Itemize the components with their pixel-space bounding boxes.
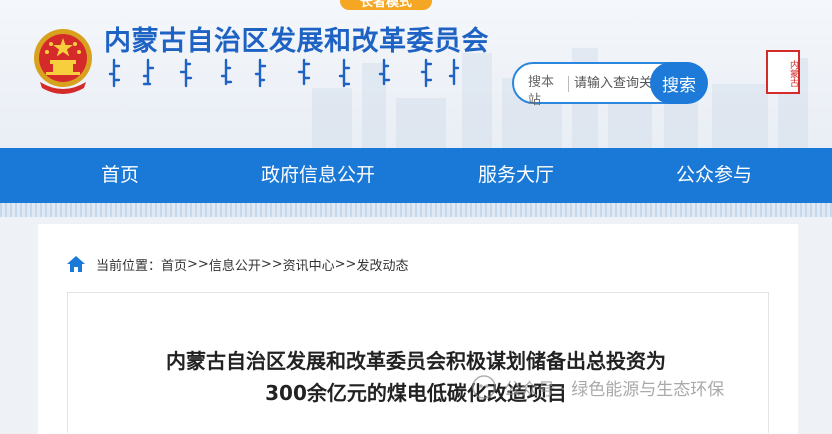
breadcrumb-item-reform-news[interactable]: 发改动态 [356, 255, 408, 274]
breadcrumb-item-news-center[interactable]: 资讯中心 [283, 255, 335, 274]
mongolian-seal-logo: 内蒙古 [766, 50, 800, 94]
nav-item-service-hall[interactable]: 服务大厅 [464, 148, 568, 203]
watermark-text: 公众号 · 绿色能源与生态环保 [504, 379, 725, 400]
article-title-line-1: 内蒙古自治区发展和改革委员会积极谋划储备出总投资为 [166, 349, 666, 373]
breadcrumb-item-home[interactable]: 首页 [161, 255, 187, 274]
search-scope-select[interactable]: 搜本站 [528, 74, 560, 110]
search-divider [568, 76, 569, 92]
elder-mode-tab[interactable]: 长者模式 [340, 0, 432, 10]
wechat-watermark: 公众号 · 绿色能源与生态环保 [472, 372, 724, 402]
search-input[interactable] [574, 71, 658, 95]
breadcrumb-separator: >> [187, 256, 209, 272]
nav-item-public-participation[interactable]: 公众参与 [662, 148, 766, 203]
breadcrumb-separator: >> [334, 256, 357, 272]
nav-item-home[interactable]: 首页 [70, 148, 170, 203]
nav-stripe-decoration [0, 203, 832, 217]
breadcrumb-item-info-public[interactable]: 信息公开 [209, 255, 261, 274]
main-nav: 首页 政府信息公开 服务大厅 公众参与 [0, 148, 832, 203]
breadcrumb-prefix: 当前位置： [96, 258, 162, 274]
site-title: 内蒙古自治区发展和改革委员会 [104, 26, 489, 57]
site-header: 长者模式 内蒙古自治区发展和改革委员会 搜本站 请输入查询关键词 搜索 内蒙古 [0, 0, 832, 148]
home-icon [67, 256, 85, 272]
search-box: 搜本站 搜索 [512, 62, 708, 108]
mongolian-script-title [108, 58, 460, 88]
national-emblem-icon [34, 29, 92, 94]
wechat-account-icon [472, 375, 496, 399]
breadcrumb-separator: >> [260, 256, 283, 272]
nav-item-gov-info[interactable]: 政府信息公开 [240, 148, 396, 203]
search-button[interactable]: 搜索 [650, 62, 708, 104]
breadcrumb: 当前位置： 首页 >> 信息公开 >> 资讯中心 >> 发改动态 [66, 254, 408, 274]
